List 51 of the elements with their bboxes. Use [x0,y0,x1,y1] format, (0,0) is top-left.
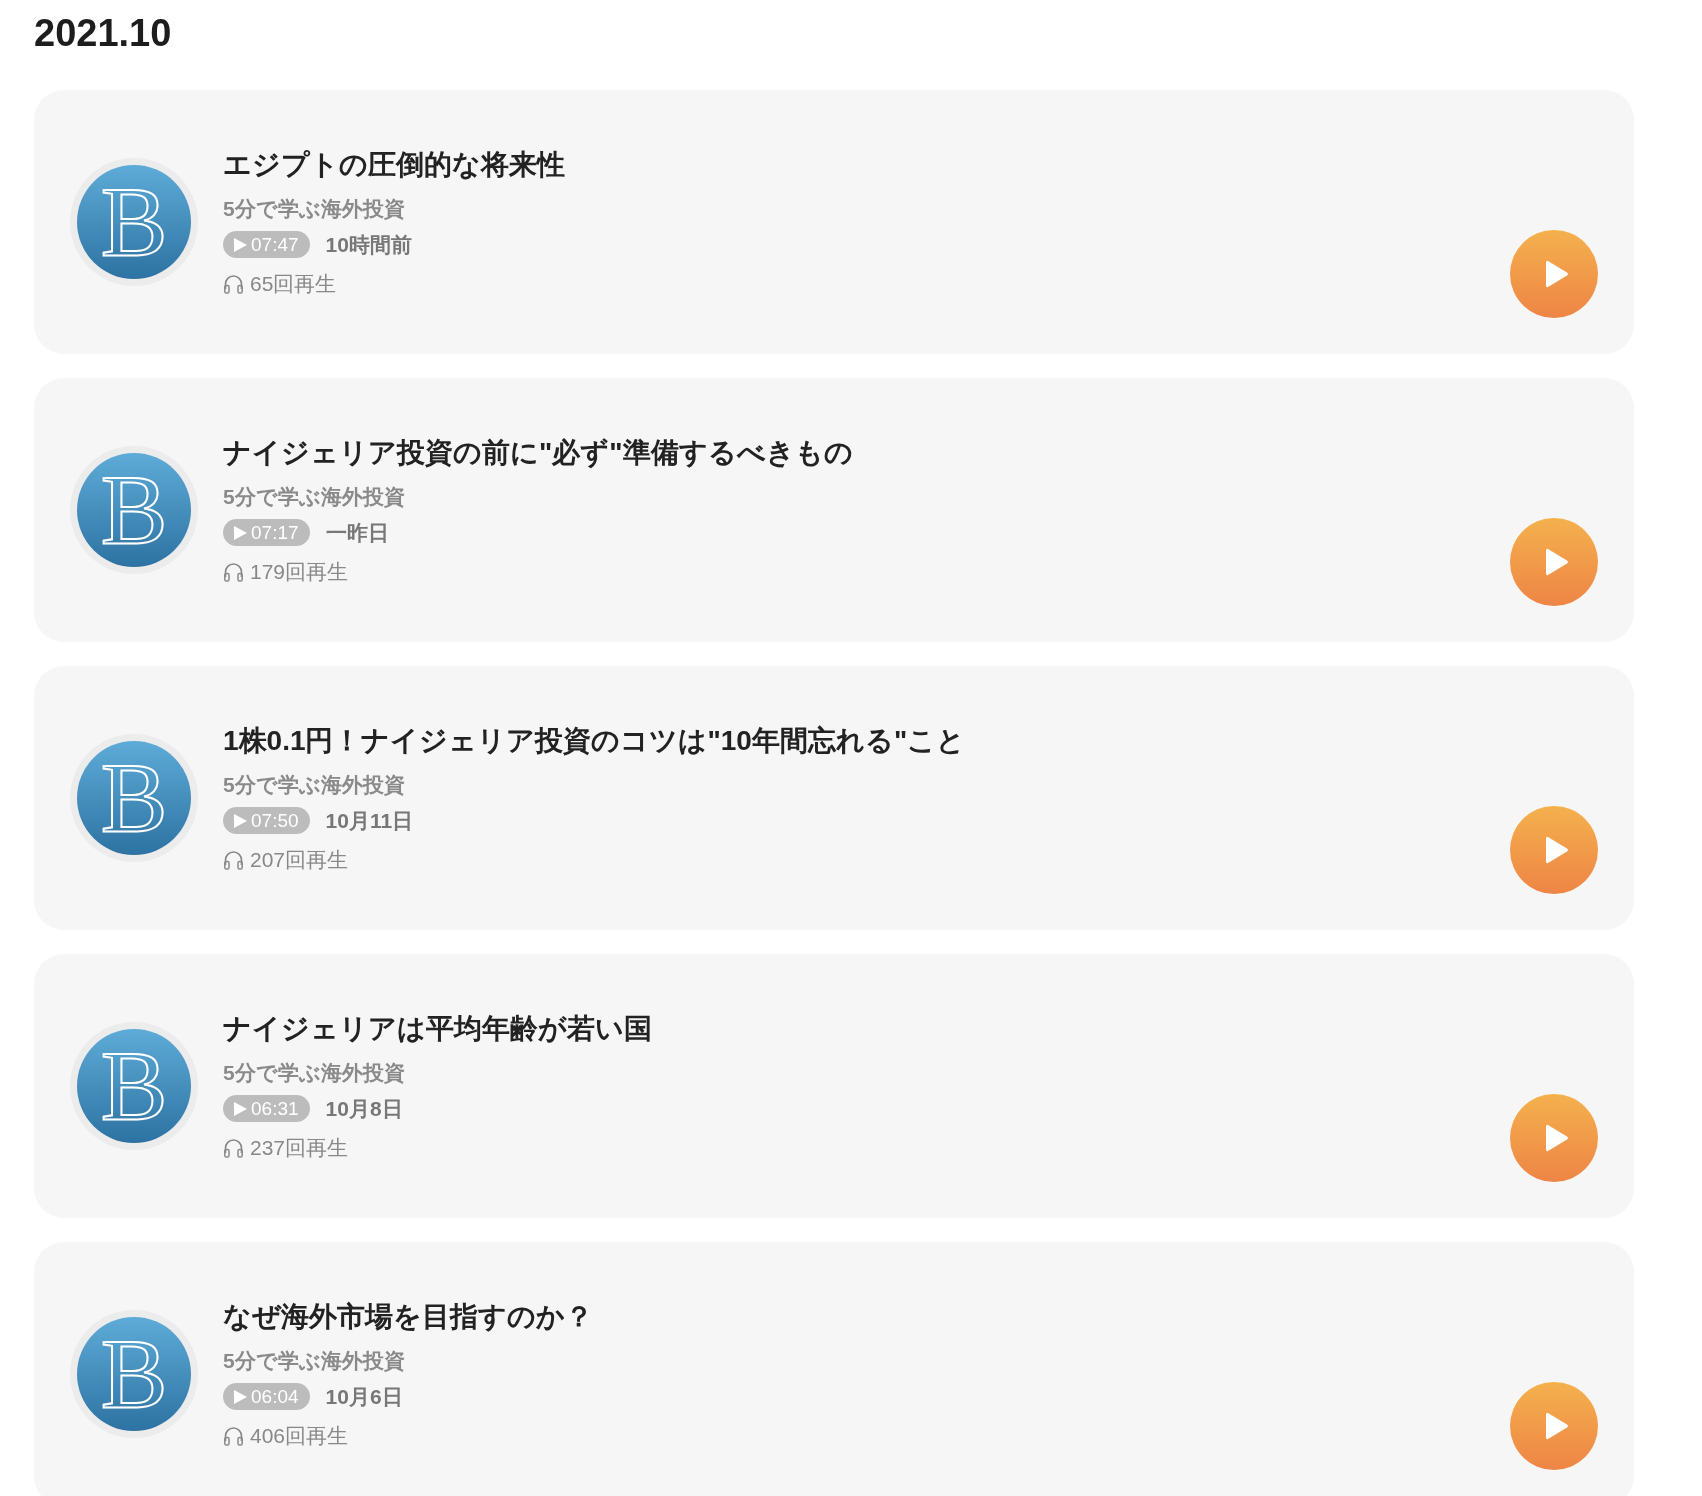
episode-title[interactable]: ナイジェリア投資の前に"必ず"準備するべきもの [223,434,853,472]
play-icon [234,813,247,828]
artwork-letter: B [100,459,168,560]
episode-title[interactable]: なぜ海外市場を目指すのか？ [223,1298,593,1336]
duration-text: 06:04 [251,1387,299,1407]
play-icon [234,1389,247,1404]
month-heading: 2021.10 [34,11,172,56]
play-icon [1544,546,1569,577]
show-name: 5分で学ぶ海外投資 [223,772,405,798]
play-icon [234,525,247,540]
episode-title[interactable]: エジプトの圧倒的な将来性 [223,146,565,184]
episode-card[interactable]: B 1株0.1円！ナイジェリア投資のコツは"10年間忘れる"こと 5分で学ぶ海外投資 07:50 10月11日 207回再生 [34,665,1634,930]
play-icon [1544,834,1569,865]
show-name: 5分で学ぶ海外投資 [223,484,405,510]
publish-date: 10時間前 [325,232,412,258]
artwork-letter: B [100,1323,168,1424]
episode-title[interactable]: ナイジェリアは平均年齢が若い国 [223,1010,652,1048]
publish-date: 10月8日 [325,1096,403,1122]
duration-text: 07:47 [251,235,299,255]
headphones-icon [223,1425,244,1447]
headphones-icon [223,849,244,871]
duration-text: 06:31 [251,1099,299,1119]
headphones-icon [223,1137,244,1159]
play-icon [234,237,247,252]
play-count: 207回再生 [250,847,349,873]
show-name: 5分で学ぶ海外投資 [223,1348,405,1374]
play-count: 237回再生 [250,1135,349,1161]
episode-title[interactable]: 1株0.1円！ナイジェリア投資のコツは"10年間忘れる"こと [223,722,966,760]
artwork-letter: B [100,171,168,272]
episode-card[interactable]: B ナイジェリアは平均年齢が若い国 5分で学ぶ海外投資 06:31 10月8日 237回再生 [34,953,1634,1218]
headphones-icon [223,273,244,295]
show-name: 5分で学ぶ海外投資 [223,1060,405,1086]
publish-date: 一昨日 [325,520,389,546]
play-count: 406回再生 [250,1423,349,1449]
publish-date: 10月6日 [325,1384,403,1410]
play-count: 65回再生 [250,271,337,297]
episode-card[interactable]: B なぜ海外市場を目指すのか？ 5分で学ぶ海外投資 06:04 10月6日 406回再生 [34,1241,1634,1496]
play-icon [1544,1122,1569,1153]
publish-date: 10月11日 [325,808,414,834]
duration-text: 07:50 [251,811,299,831]
artwork-letter: B [100,747,168,848]
duration-text: 07:17 [251,523,299,543]
episode-card[interactable]: B エジプトの圧倒的な将来性 5分で学ぶ海外投資 07:47 10時間前 65回再生 [34,89,1634,354]
play-icon [1544,258,1569,289]
play-count: 179回再生 [250,559,349,585]
play-icon [234,1101,247,1116]
play-icon [1544,1410,1569,1441]
show-name: 5分で学ぶ海外投資 [223,196,405,222]
episode-card[interactable]: B ナイジェリア投資の前に"必ず"準備するべきもの 5分で学ぶ海外投資 07:17 一昨日 179回再生 [34,377,1634,642]
headphones-icon [223,561,244,583]
artwork-letter: B [100,1035,168,1136]
